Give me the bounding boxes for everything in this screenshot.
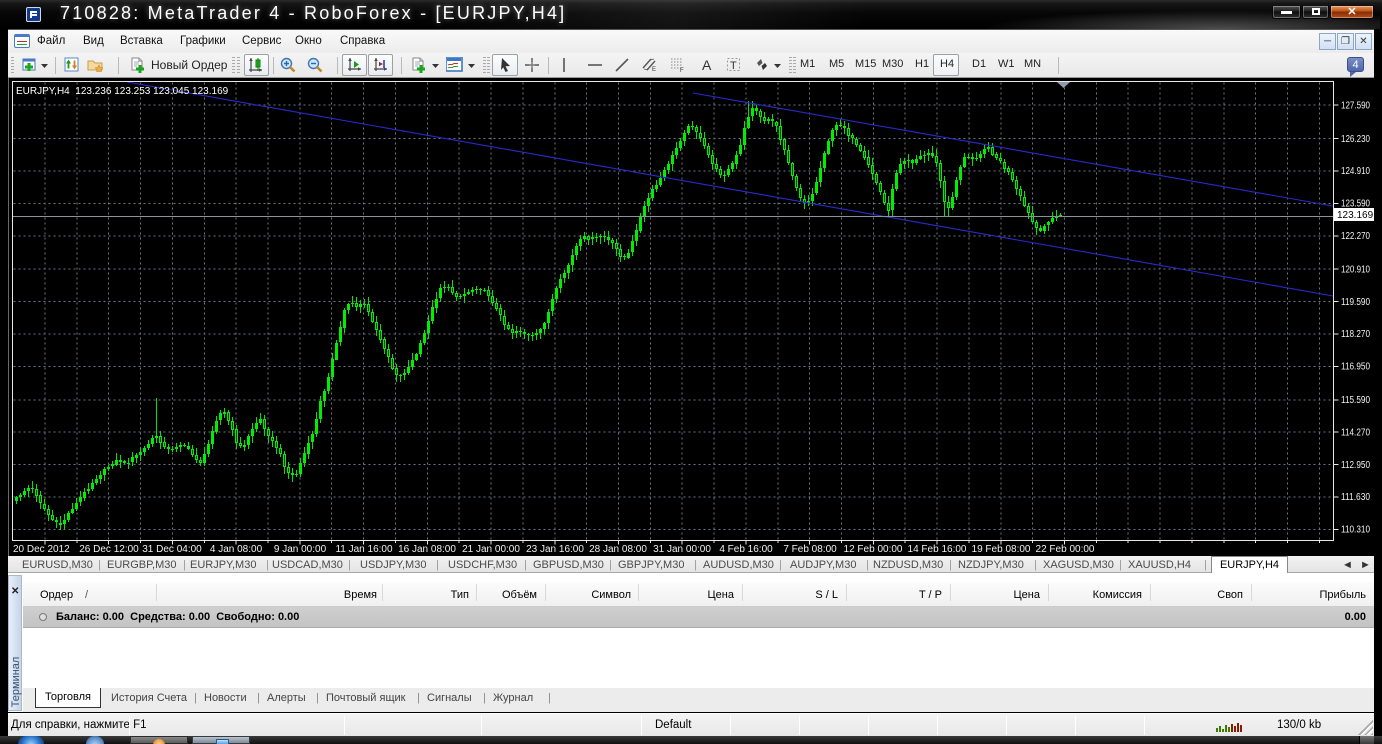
svg-text:118.270: 118.270 — [1341, 329, 1370, 340]
svg-text:116.950: 116.950 — [1341, 362, 1370, 373]
svg-text:21 Jan 00:00: 21 Jan 00:00 — [462, 544, 520, 555]
svg-text:120.910: 120.910 — [1341, 264, 1370, 275]
svg-text:14 Feb 16:00: 14 Feb 16:00 — [908, 544, 967, 555]
svg-text:26 Dec 12:00: 26 Dec 12:00 — [79, 544, 139, 555]
svg-text:12 Feb 00:00: 12 Feb 00:00 — [844, 544, 903, 555]
svg-text:20 Dec 2012: 20 Dec 2012 — [13, 544, 70, 555]
svg-text:4 Jan 08:00: 4 Jan 08:00 — [210, 544, 263, 555]
svg-text:119.590: 119.590 — [1341, 297, 1370, 308]
svg-text:115.590: 115.590 — [1341, 395, 1370, 406]
svg-text:123.590: 123.590 — [1341, 199, 1370, 210]
svg-text:11 Jan 16:00: 11 Jan 16:00 — [335, 544, 393, 555]
svg-text:124.910: 124.910 — [1341, 166, 1370, 177]
svg-text:4 Feb 16:00: 4 Feb 16:00 — [719, 544, 773, 555]
svg-text:31 Jan 00:00: 31 Jan 00:00 — [653, 544, 711, 555]
svg-text:112.950: 112.950 — [1341, 460, 1370, 471]
svg-text:A: A — [702, 57, 712, 73]
svg-text:19 Feb 08:00: 19 Feb 08:00 — [972, 544, 1031, 555]
svg-text:23 Jan 16:00: 23 Jan 16:00 — [526, 544, 584, 555]
svg-text:16 Jan 08:00: 16 Jan 08:00 — [398, 544, 456, 555]
svg-text:28 Jan 08:00: 28 Jan 08:00 — [589, 544, 647, 555]
svg-text:111.630: 111.630 — [1341, 492, 1370, 503]
svg-text:EURJPY,H4 123.236 123.253 123: EURJPY,H4 123.236 123.253 123.045 123.16… — [16, 86, 229, 97]
svg-text:110.310: 110.310 — [1341, 525, 1370, 536]
svg-text:127.590: 127.590 — [1341, 100, 1370, 111]
svg-text:122.270: 122.270 — [1341, 231, 1370, 242]
svg-text:T: T — [730, 60, 737, 72]
svg-text:E: E — [652, 67, 656, 73]
svg-text:126.230: 126.230 — [1341, 134, 1370, 145]
svg-text:F: F — [680, 68, 684, 73]
svg-text:123.169: 123.169 — [1337, 210, 1374, 221]
svg-text:114.270: 114.270 — [1341, 427, 1370, 438]
svg-text:31 Dec 04:00: 31 Dec 04:00 — [142, 544, 202, 555]
svg-text:7 Feb 08:00: 7 Feb 08:00 — [783, 544, 837, 555]
svg-text:22 Feb 00:00: 22 Feb 00:00 — [1036, 544, 1095, 555]
svg-text:9 Jan 00:00: 9 Jan 00:00 — [274, 544, 327, 555]
